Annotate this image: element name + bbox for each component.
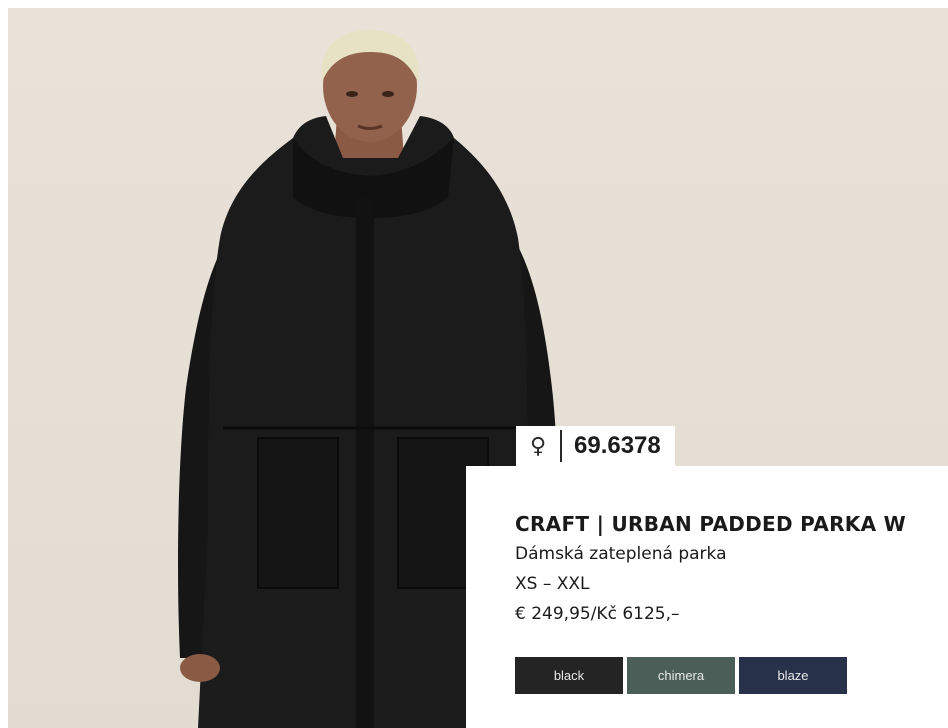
product-subtitle: Dámská zateplená parka [515, 544, 727, 564]
color-swatches: black chimera blaze [515, 657, 847, 694]
color-swatch-chimera[interactable]: chimera [627, 657, 735, 694]
product-code-tag: ♀ 69.6378 [516, 426, 675, 466]
product-price: € 249,95/Kč 6125,– [515, 604, 680, 624]
female-gender-icon: ♀ [516, 430, 562, 462]
product-title: CRAFT | URBAN PADDED PARKA W [515, 512, 906, 536]
product-info-card: CRAFT | URBAN PADDED PARKA W Dámská zate… [466, 466, 948, 728]
color-swatch-blaze[interactable]: blaze [739, 657, 847, 694]
color-swatch-black[interactable]: black [515, 657, 623, 694]
product-code: 69.6378 [574, 432, 661, 459]
size-range: XS – XXL [515, 574, 590, 594]
